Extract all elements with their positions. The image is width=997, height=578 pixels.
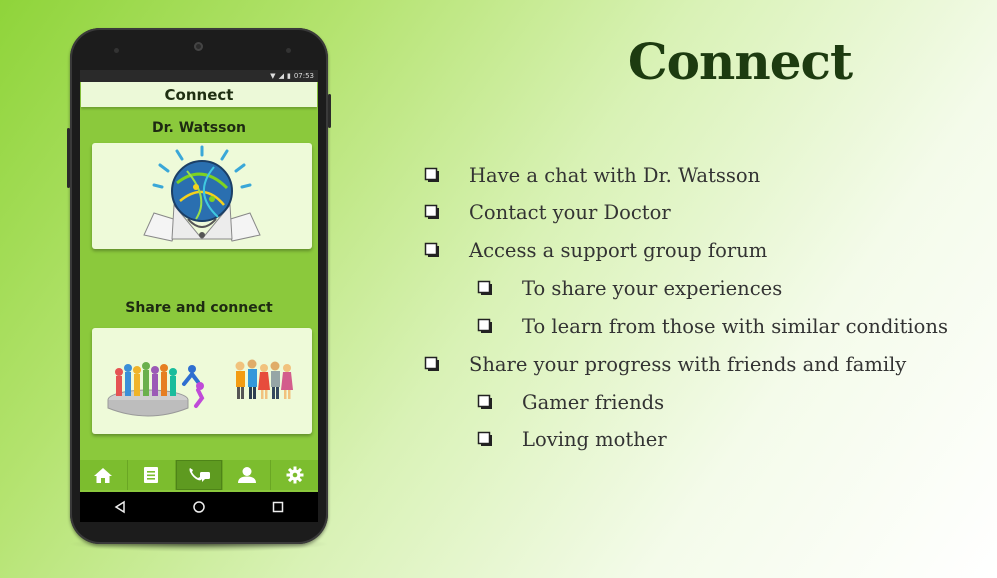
back-icon[interactable] bbox=[113, 500, 127, 514]
checkbox-bullet-icon bbox=[477, 431, 492, 446]
section-title-share-connect: Share and connect bbox=[125, 300, 273, 316]
bullet-text: Gamer friends bbox=[522, 391, 665, 414]
checkbox-bullet-icon bbox=[477, 280, 492, 295]
sensor-left bbox=[114, 48, 119, 53]
bullet-text: Access a support group forum bbox=[469, 239, 768, 262]
checkbox-bullet-icon bbox=[477, 394, 492, 409]
bullet-item: Have a chat with Dr. Watsson bbox=[424, 164, 760, 187]
sub-bullet-item: Loving mother bbox=[477, 428, 667, 451]
tab-settings[interactable] bbox=[271, 460, 318, 490]
bullet-text: To share your experiences bbox=[522, 277, 783, 300]
sensor-right bbox=[286, 48, 291, 53]
wifi-icon: ▼ bbox=[270, 72, 276, 80]
tab-documents[interactable] bbox=[128, 460, 176, 490]
sub-bullet-item: To learn from those with similar conditi… bbox=[477, 315, 948, 338]
person-icon bbox=[237, 467, 256, 483]
bullet-item: Access a support group forum bbox=[424, 239, 767, 262]
checkbox-bullet-icon bbox=[424, 167, 439, 182]
home-circle-icon[interactable] bbox=[192, 500, 206, 514]
status-time: 07:53 bbox=[293, 72, 314, 80]
checkbox-bullet-icon bbox=[424, 356, 439, 371]
signal-icon: ◢ bbox=[278, 72, 284, 80]
battery-icon: ▮ bbox=[286, 72, 291, 80]
checkbox-bullet-icon bbox=[424, 204, 439, 219]
volume-button bbox=[67, 128, 70, 188]
checkbox-bullet-icon bbox=[424, 242, 439, 257]
tab-home[interactable] bbox=[80, 460, 128, 490]
bullet-item: Contact your Doctor bbox=[424, 201, 671, 224]
phone-chat-icon bbox=[189, 468, 210, 482]
share-connect-card[interactable] bbox=[92, 328, 312, 434]
phone-mockup: ▼ ◢ ▮ 07:53 Connect Dr. Watsson Share an… bbox=[67, 28, 331, 544]
checkbox-bullet-icon bbox=[477, 318, 492, 333]
bullet-text: Contact your Doctor bbox=[469, 201, 671, 224]
home-icon bbox=[94, 468, 113, 483]
dr-watsson-card[interactable] bbox=[92, 143, 312, 249]
power-button bbox=[328, 94, 331, 128]
gear-icon bbox=[286, 466, 304, 484]
bullet-text: Loving mother bbox=[522, 428, 667, 451]
section-title-dr-watsson: Dr. Watsson bbox=[151, 120, 247, 136]
status-bar: ▼ ◢ ▮ 07:53 bbox=[80, 70, 318, 82]
sub-bullet-item: Gamer friends bbox=[477, 391, 664, 414]
community-illustration bbox=[107, 359, 293, 417]
bottom-tab-bar bbox=[80, 460, 318, 490]
slide-title: Connect bbox=[627, 32, 853, 91]
phone-screen: ▼ ◢ ▮ 07:53 Connect Dr. Watsson Share an… bbox=[80, 70, 318, 492]
tab-connect[interactable] bbox=[175, 460, 224, 490]
document-icon bbox=[144, 467, 159, 483]
android-softkeys bbox=[80, 492, 318, 522]
app-title: Connect bbox=[164, 85, 234, 104]
sub-bullet-item: To share your experiences bbox=[477, 277, 782, 300]
bullet-text: Share your progress with friends and fam… bbox=[469, 353, 907, 376]
bullet-text: To learn from those with similar conditi… bbox=[522, 315, 948, 338]
recents-icon[interactable] bbox=[271, 500, 285, 514]
front-camera bbox=[194, 42, 203, 51]
tab-profile[interactable] bbox=[223, 460, 272, 490]
app-title-bar: Connect bbox=[81, 82, 317, 107]
bullet-text: Have a chat with Dr. Watsson bbox=[469, 164, 761, 187]
bullet-item: Share your progress with friends and fam… bbox=[424, 353, 906, 376]
watson-doctor-illustration bbox=[143, 145, 261, 242]
